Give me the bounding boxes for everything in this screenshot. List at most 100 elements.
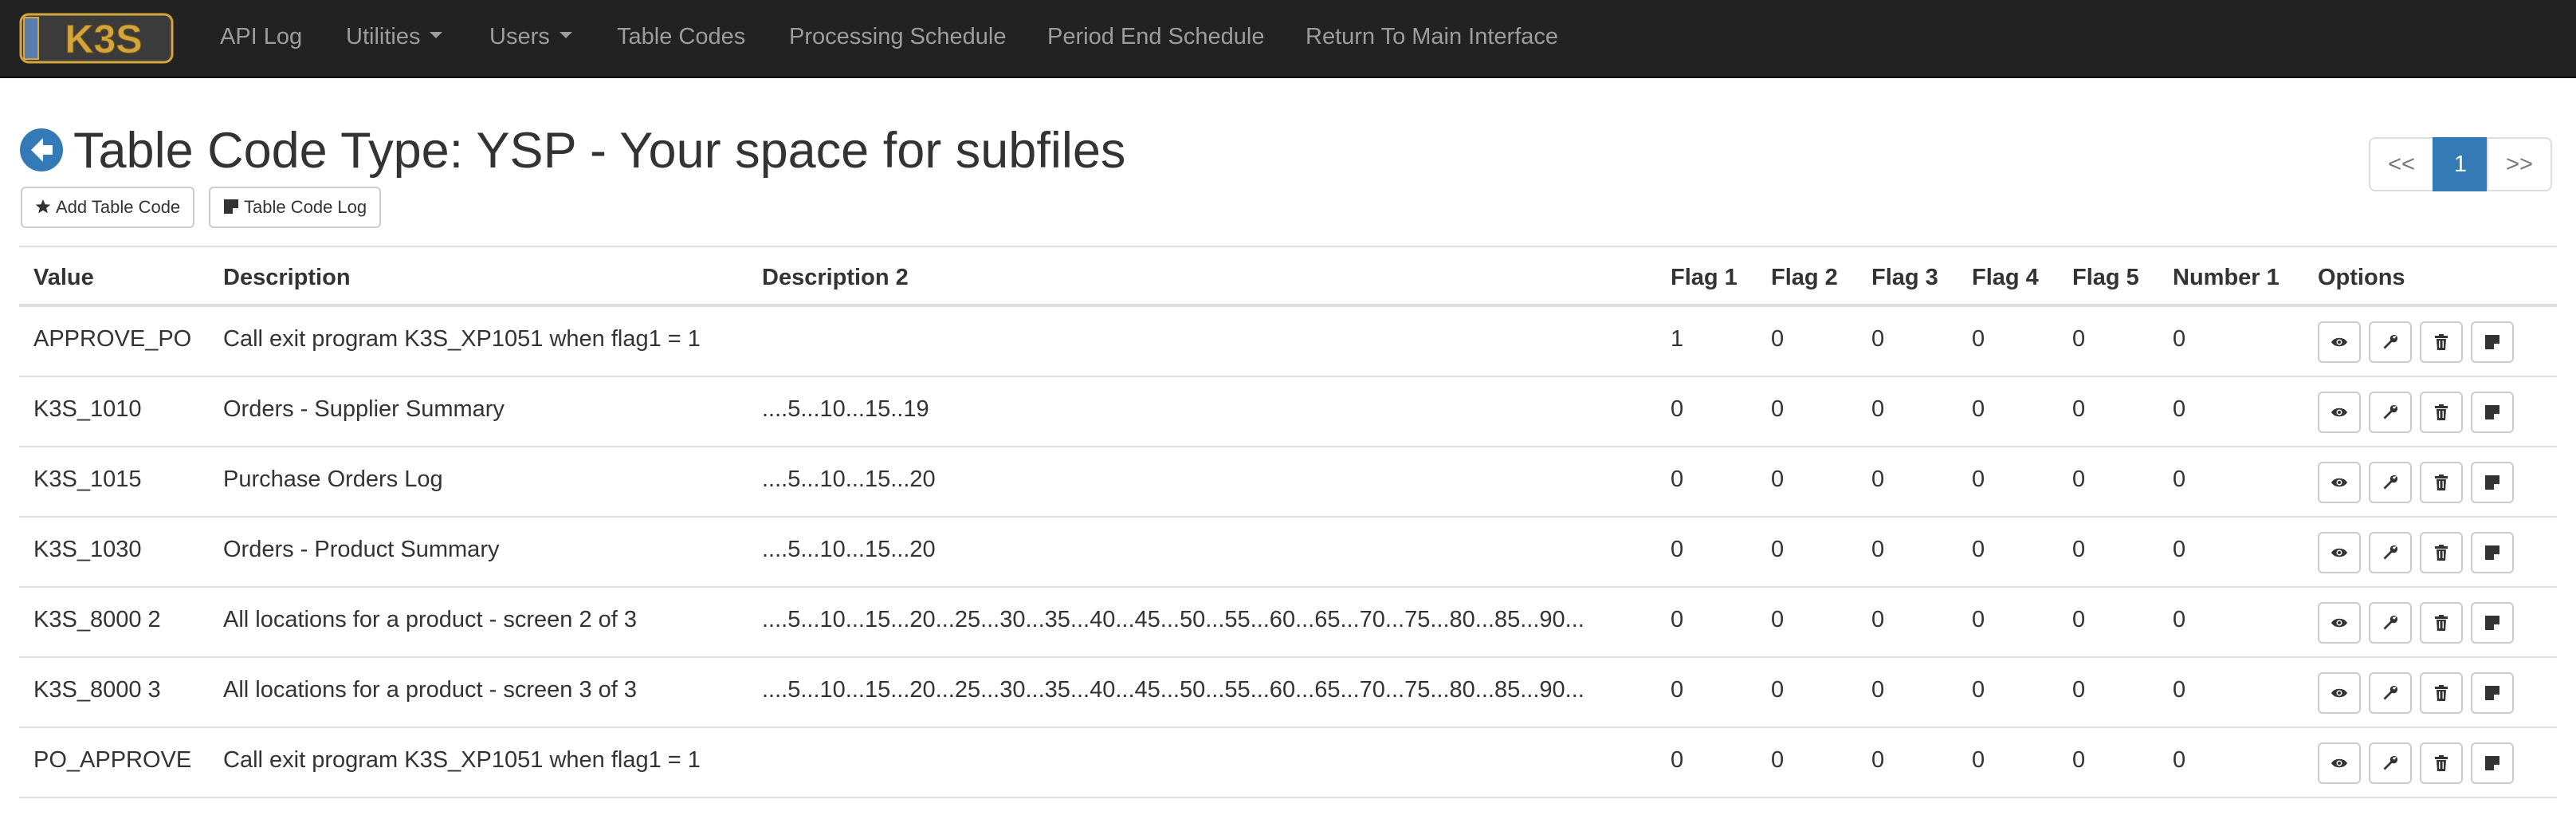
column-header-description: Description: [223, 265, 351, 290]
notes-button[interactable]: [2471, 462, 2514, 503]
edit-button[interactable]: [2369, 672, 2412, 714]
table-code-log-label: Table Code Log: [244, 197, 367, 217]
cell-flag5: 0: [2072, 537, 2086, 562]
cell-number1: 0: [2173, 537, 2186, 562]
table-code-log-button[interactable]: Table Code Log: [209, 187, 382, 228]
nav-return-to-main[interactable]: Return To Main Interface: [1306, 0, 1558, 77]
delete-button[interactable]: [2420, 602, 2463, 644]
cell-flag4: 0: [1972, 677, 1985, 703]
circle-arrow-left-icon[interactable]: [19, 128, 64, 172]
nav-period-end-schedule-label: Period End Schedule: [1047, 24, 1265, 49]
cell-flag2: 0: [1771, 607, 1785, 632]
view-button[interactable]: [2318, 742, 2361, 784]
view-button[interactable]: [2318, 672, 2361, 714]
nav-utilities-label: Utilities: [346, 24, 421, 49]
notes-button[interactable]: [2471, 532, 2514, 573]
cell-flag3: 0: [1871, 537, 1885, 562]
view-button[interactable]: [2318, 392, 2361, 433]
edit-button[interactable]: [2369, 392, 2412, 433]
nav-api-log[interactable]: API Log: [220, 0, 302, 77]
view-button[interactable]: [2318, 602, 2361, 644]
cell-flag1: 0: [1671, 607, 1684, 632]
cell-number1: 0: [2173, 396, 2186, 422]
cell-flag2: 0: [1771, 396, 1785, 422]
nav-users-dropdown[interactable]: Users: [489, 0, 572, 77]
cell-description2: ....5...10...15...20...25...30...35...40…: [762, 607, 1584, 632]
cell-flag2: 0: [1771, 677, 1785, 703]
cell-value: APPROVE_PO: [33, 326, 192, 352]
cell-value: PO_APPROVE: [33, 747, 192, 773]
cell-description: All locations for a product - screen 3 o…: [223, 677, 638, 703]
column-header-flag-3: Flag 3: [1871, 265, 1938, 290]
column-header-flag-2: Flag 2: [1771, 265, 1838, 290]
edit-button[interactable]: [2369, 462, 2412, 503]
cell-flag4: 0: [1972, 467, 1985, 492]
cell-flag3: 0: [1871, 747, 1885, 773]
caret-down-icon: [559, 32, 572, 39]
cell-flag3: 0: [1871, 467, 1885, 492]
notes-button[interactable]: [2471, 321, 2514, 363]
cell-value: K3S_1030: [33, 537, 142, 562]
add-table-code-button[interactable]: Add Table Code: [21, 187, 195, 228]
nav-period-end-schedule[interactable]: Period End Schedule: [1047, 0, 1264, 77]
delete-button[interactable]: [2420, 672, 2463, 714]
cell-flag1: 0: [1671, 747, 1684, 773]
nav-processing-schedule[interactable]: Processing Schedule: [789, 0, 1006, 77]
nav-processing-schedule-label: Processing Schedule: [789, 24, 1007, 49]
cell-description2: ....5...10...15...20: [762, 467, 936, 492]
notes-button[interactable]: [2471, 672, 2514, 714]
notes-button[interactable]: [2471, 602, 2514, 644]
cell-number1: 0: [2173, 326, 2186, 352]
view-button[interactable]: [2318, 321, 2361, 363]
delete-button[interactable]: [2420, 462, 2463, 503]
column-header-options: Options: [2318, 265, 2405, 290]
view-button[interactable]: [2318, 462, 2361, 503]
nav-return-to-main-label: Return To Main Interface: [1306, 24, 1559, 49]
cell-number1: 0: [2173, 467, 2186, 492]
delete-button[interactable]: [2420, 532, 2463, 573]
nav-table-codes[interactable]: Table Codes: [617, 0, 745, 77]
cell-flag5: 0: [2072, 677, 2086, 703]
pagination-prev[interactable]: <<: [2369, 137, 2434, 191]
delete-button[interactable]: [2420, 742, 2463, 784]
cell-flag1: 0: [1671, 396, 1684, 422]
row-divider: [19, 797, 2557, 798]
table-row: K3S_1010 Orders - Supplier Summary ....5..…: [19, 377, 2557, 447]
cell-flag2: 0: [1771, 326, 1785, 352]
cell-flag1: 0: [1671, 537, 1684, 562]
column-header-flag-5: Flag 5: [2072, 265, 2139, 290]
column-header-number-1: Number 1: [2173, 265, 2280, 290]
divider: [19, 246, 2557, 247]
cell-flag3: 0: [1871, 677, 1885, 703]
cell-flag4: 0: [1972, 396, 1985, 422]
table-row: APPROVE_PO Call exit program K3S_XP1051 w…: [19, 307, 2557, 377]
edit-button[interactable]: [2369, 321, 2412, 363]
k3s-logo[interactable]: K3S: [19, 11, 174, 65]
edit-button[interactable]: [2369, 742, 2412, 784]
cell-description: Orders - Product Summary: [223, 537, 500, 562]
column-header-flag-1: Flag 1: [1671, 265, 1738, 290]
view-button[interactable]: [2318, 532, 2361, 573]
cell-flag3: 0: [1871, 326, 1885, 352]
cell-flag2: 0: [1771, 747, 1785, 773]
cell-flag4: 0: [1972, 326, 1985, 352]
pagination-next[interactable]: >>: [2487, 137, 2552, 191]
notes-button[interactable]: [2471, 742, 2514, 784]
notes-button[interactable]: [2471, 392, 2514, 433]
nav-utilities-dropdown[interactable]: Utilities: [346, 0, 443, 77]
cell-flag5: 0: [2072, 467, 2086, 492]
cell-flag1: 0: [1671, 677, 1684, 703]
delete-button[interactable]: [2420, 392, 2463, 433]
pagination-page-1[interactable]: 1: [2433, 137, 2488, 191]
cell-flag5: 0: [2072, 607, 2086, 632]
edit-button[interactable]: [2369, 602, 2412, 644]
cell-value: K3S_1015: [33, 467, 142, 492]
cell-flag1: 0: [1671, 467, 1684, 492]
cell-number1: 0: [2173, 747, 2186, 773]
delete-button[interactable]: [2420, 321, 2463, 363]
table-row: PO_APPROVE Call exit program K3S_XP1051 w…: [19, 728, 2557, 798]
cell-number1: 0: [2173, 677, 2186, 703]
cell-flag3: 0: [1871, 396, 1885, 422]
edit-button[interactable]: [2369, 532, 2412, 573]
cell-flag5: 0: [2072, 326, 2086, 352]
